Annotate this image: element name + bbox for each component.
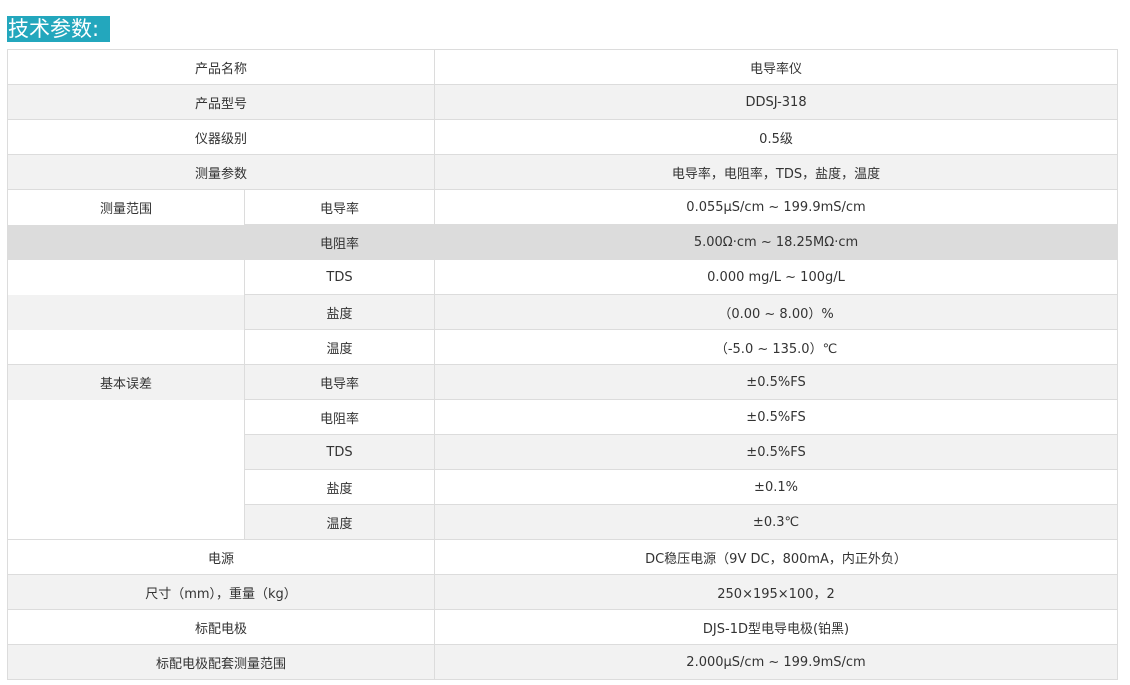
table-row: 尺寸（mm），重量（kg） 250×195×100，2: [6, 574, 1119, 610]
group-spacer: [7, 399, 245, 435]
param-value: ±0.1%: [434, 469, 1119, 505]
table-row: 测量参数 电导率，电阻率，TDS，盐度，温度: [6, 154, 1119, 190]
param-label: 仪器级别: [6, 119, 436, 155]
param-value: 0.055μS/cm ~ 199.9mS/cm: [434, 189, 1119, 225]
table-row: 产品型号 DDSJ-318: [6, 84, 1119, 120]
group-label-measure-range: 测量范围: [7, 189, 245, 225]
group-label-basic-error: 基本误差: [7, 364, 245, 400]
param-value: 电导率仪: [434, 49, 1119, 85]
param-value: 5.00Ω·cm ~ 18.25MΩ·cm: [434, 224, 1119, 260]
table-row: 温度 ±0.3℃: [7, 504, 1119, 540]
sub-param-label: 盐度: [243, 294, 436, 330]
sub-param-label: TDS: [243, 434, 436, 470]
param-value: 2.000μS/cm ~ 199.9mS/cm: [434, 644, 1119, 680]
sub-param-label: 电导率: [243, 364, 436, 400]
group-spacer: [7, 434, 245, 470]
table-row: 盐度 ±0.1%: [7, 469, 1119, 505]
group-spacer: [7, 469, 245, 505]
group-spacer: [7, 329, 245, 365]
param-value: 250×195×100，2: [434, 574, 1119, 610]
param-value: （-5.0 ~ 135.0）℃: [434, 329, 1119, 365]
group-spacer: [7, 294, 245, 330]
sub-param-label: 温度: [243, 329, 436, 365]
param-value: ±0.3℃: [434, 504, 1119, 540]
param-value: 0.000 mg/L ~ 100g/L: [434, 259, 1119, 295]
table-row: 仪器级别 0.5级: [6, 119, 1119, 155]
table-row: 盐度 （0.00 ~ 8.00）%: [7, 294, 1119, 330]
table-row: 标配电极 DJS-1D型电导电极(铂黑): [6, 609, 1119, 645]
group-spacer: [7, 259, 245, 295]
param-value: DDSJ-318: [434, 84, 1119, 120]
table-row: 基本误差 电导率 ±0.5%FS: [7, 364, 1119, 400]
section-heading: 技术参数:: [7, 16, 111, 42]
spec-table: 产品名称 电导率仪 产品型号 DDSJ-318 仪器级别 0.5级 测量参数 电…: [6, 49, 1119, 680]
table-row: 产品名称 电导率仪: [6, 49, 1119, 85]
sub-param-label: 温度: [243, 504, 436, 540]
sub-param-label: 电导率: [243, 189, 436, 225]
param-label: 产品型号: [6, 84, 436, 120]
table-row: 电阻率 5.00Ω·cm ~ 18.25MΩ·cm: [7, 224, 1119, 260]
param-value: ±0.5%FS: [434, 364, 1119, 400]
sub-param-label: 盐度: [243, 469, 436, 505]
param-value: ±0.5%FS: [434, 434, 1119, 470]
param-value: ±0.5%FS: [434, 399, 1119, 435]
param-label: 尺寸（mm），重量（kg）: [6, 574, 436, 610]
sub-param-label: 电阻率: [243, 224, 436, 260]
group-spacer: [7, 504, 245, 540]
table-row: 标配电极配套测量范围 2.000μS/cm ~ 199.9mS/cm: [6, 644, 1119, 680]
param-label: 标配电极配套测量范围: [6, 644, 436, 680]
table-row: 电阻率 ±0.5%FS: [7, 399, 1119, 435]
param-label: 电源: [6, 539, 436, 575]
table-row: 电源 DC稳压电源（9V DC，800mA，内正外负）: [6, 539, 1119, 575]
table-row: TDS ±0.5%FS: [7, 434, 1119, 470]
sub-param-label: 电阻率: [243, 399, 436, 435]
table-row: 测量范围 电导率 0.055μS/cm ~ 199.9mS/cm: [7, 189, 1119, 225]
param-value: DC稳压电源（9V DC，800mA，内正外负）: [434, 539, 1119, 575]
param-value: DJS-1D型电导电极(铂黑): [434, 609, 1119, 645]
param-value: （0.00 ~ 8.00）%: [434, 294, 1119, 330]
param-label: 测量参数: [6, 154, 436, 190]
table-row: TDS 0.000 mg/L ~ 100g/L: [7, 259, 1119, 295]
param-label: 产品名称: [6, 49, 436, 85]
sub-param-label: TDS: [243, 259, 436, 295]
param-label: 标配电极: [6, 609, 436, 645]
group-spacer: [7, 224, 245, 260]
table-row: 温度 （-5.0 ~ 135.0）℃: [7, 329, 1119, 365]
param-value: 0.5级: [434, 119, 1119, 155]
param-value: 电导率，电阻率，TDS，盐度，温度: [434, 154, 1119, 190]
